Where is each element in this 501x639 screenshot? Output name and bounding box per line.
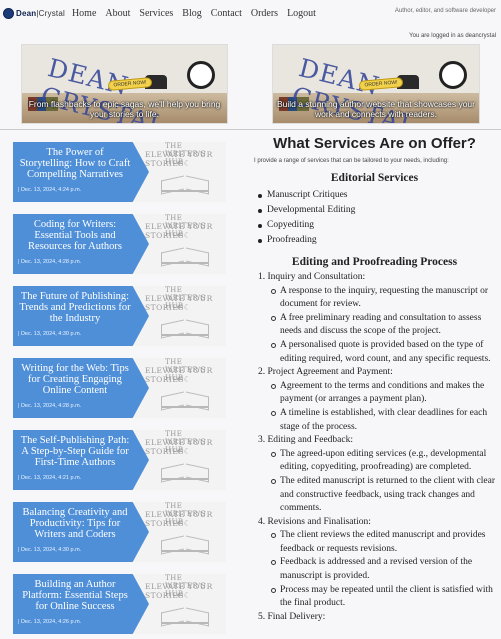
post-title[interactable]: Writing for the Web: Tips for Creating E… <box>19 363 131 396</box>
open-book-icon <box>161 462 209 480</box>
post-date: | Dec. 13, 2024, 4:30 p.m. <box>18 331 82 337</box>
process-steps: 1. Inquiry and Consultation: A response … <box>258 271 497 624</box>
step-label: 3. Editing and Feedback: <box>258 435 353 446</box>
writers-hub-illustration: THE WRITER'S HUB ELEVATE YOUR STORIES ✦ ☾ <box>131 358 226 418</box>
nav-contact[interactable]: Contact <box>211 8 242 19</box>
post-date: | Dec. 13, 2024, 4:24 p.m. <box>18 187 82 193</box>
writers-hub-illustration: THE WRITER'S HUB ELEVATE YOUR STORIES ✦ ☾ <box>131 142 226 202</box>
step-label: 4. Revisions and Finalisation: <box>258 516 371 527</box>
process-heading: Editing and Proofreading Process <box>291 256 458 268</box>
brand-logo-link[interactable]: Dean|Crystal <box>3 7 65 19</box>
list-item: Copyediting <box>258 218 497 233</box>
editorial-list: Manuscript Critiques Developmental Editi… <box>258 188 497 248</box>
list-item: Proofreading <box>258 233 497 248</box>
list-item: A personalised quote is provided based o… <box>271 339 497 366</box>
blog-post-card[interactable]: THE WRITER'S HUB ELEVATE YOUR STORIES ✦ ☾ … <box>13 214 226 274</box>
clock-icon <box>187 61 215 89</box>
writers-hub-illustration: THE WRITER'S HUB ELEVATE YOUR STORIES ✦ ☾ <box>131 430 226 490</box>
list-item: The client reviews the edited manuscript… <box>271 529 497 556</box>
open-book-icon <box>161 606 209 624</box>
list-item: Process may be repeated until the client… <box>271 584 497 611</box>
list-item: Feedback is addressed and a revised vers… <box>271 556 497 583</box>
post-title[interactable]: Balancing Creativity and Productivity: T… <box>19 507 131 540</box>
post-title[interactable]: Coding for Writers: Essential Tools and … <box>19 219 131 252</box>
process-step: 3. Editing and Feedback: The agreed-upon… <box>258 434 497 516</box>
nav-services[interactable]: Services <box>139 8 173 19</box>
top-navbar: Dean|Crystal Home About Services Blog Co… <box>0 0 501 26</box>
nav-home[interactable]: Home <box>72 8 96 19</box>
banner-text: Build a stunning author website that sho… <box>277 99 475 119</box>
post-date: | Dec. 13, 2024, 4:26 p.m. <box>18 619 82 625</box>
list-item: A response to the inquiry, requesting th… <box>271 285 497 312</box>
brand-logo-icon <box>3 7 14 19</box>
step-label: 2. Project Agreement and Payment: <box>258 367 393 378</box>
writers-hub-illustration: THE WRITER'S HUB ELEVATE YOUR STORIES ✦ ☾ <box>131 574 226 634</box>
process-step: 1. Inquiry and Consultation: A response … <box>258 271 497 366</box>
post-title[interactable]: Building an Author Platform: Essential S… <box>19 579 131 612</box>
open-book-icon <box>161 318 209 336</box>
banner-text: From flashbacks to epic sagas, we'll hel… <box>28 99 221 119</box>
open-book-icon <box>161 174 209 192</box>
list-item: The agreed-upon editing services (e.g., … <box>271 448 497 475</box>
step-label: 1. Inquiry and Consultation: <box>258 272 366 282</box>
login-status: You are logged in as deancrystal <box>409 33 496 39</box>
brand-name: Dean|Crystal <box>16 8 65 18</box>
list-item: A free preliminary reading and consultat… <box>271 312 497 339</box>
blog-post-card[interactable]: THE WRITER'S HUB ELEVATE YOUR STORIES ✦ ☾ … <box>13 142 226 202</box>
divider <box>0 129 501 130</box>
open-book-icon <box>161 534 209 552</box>
list-item: Agreement to the terms and conditions an… <box>271 380 497 407</box>
services-content: What Services Are on Offer? I provide a … <box>252 134 497 624</box>
open-book-icon <box>161 246 209 264</box>
list-item: The edited manuscript is returned to the… <box>271 475 497 516</box>
main-nav: Home About Services Blog Contact Orders … <box>72 8 325 19</box>
nav-about[interactable]: About <box>105 8 130 19</box>
post-title[interactable]: The Self-Publishing Path: A Step-by-Step… <box>19 435 131 468</box>
step-label: 5. Final Delivery: <box>258 611 326 622</box>
post-date: | Dec. 13, 2024, 4:21 p.m. <box>18 475 82 481</box>
blog-post-card[interactable]: THE WRITER'S HUB ELEVATE YOUR STORIES ✦ ☾ … <box>13 502 226 562</box>
blog-post-card[interactable]: THE WRITER'S HUB ELEVATE YOUR STORIES ✦ ☾ … <box>13 286 226 346</box>
list-item: Developmental Editing <box>258 203 497 218</box>
nav-blog[interactable]: Blog <box>182 8 201 19</box>
list-item: A timeline is established, with clear de… <box>271 407 497 434</box>
post-date: | Dec. 13, 2024, 4:28 p.m. <box>18 403 82 409</box>
list-item: Manuscript Critiques <box>258 188 497 203</box>
process-step: 2. Project Agreement and Payment: Agreem… <box>258 366 497 434</box>
site-tagline: Author, editor, and software developer <box>394 8 496 14</box>
clock-icon <box>439 61 467 89</box>
intro-text: I provide a range of services that can b… <box>254 158 449 164</box>
post-date: | Dec. 13, 2024, 4:28 p.m. <box>18 259 82 265</box>
post-title[interactable]: The Future of Publishing: Trends and Pre… <box>19 291 131 324</box>
open-book-icon <box>161 390 209 408</box>
post-title[interactable]: The Power of Storytelling: How to Craft … <box>19 147 131 180</box>
editorial-heading: Editorial Services <box>330 172 419 184</box>
writers-hub-illustration: THE WRITER'S HUB ELEVATE YOUR STORIES ✦ ☾ <box>131 214 226 274</box>
blog-post-card[interactable]: THE WRITER'S HUB ELEVATE YOUR STORIES ✦ ☾ … <box>13 574 226 634</box>
nav-logout[interactable]: Logout <box>287 8 316 19</box>
promo-banner-website[interactable]: DEAN CRYSTAL ORDER NOW! Build a stunning… <box>272 44 480 124</box>
nav-orders[interactable]: Orders <box>251 8 278 19</box>
process-step: 5. Final Delivery: <box>258 611 497 625</box>
writers-hub-illustration: THE WRITER'S HUB ELEVATE YOUR STORIES ✦ ☾ <box>131 286 226 346</box>
post-date: | Dec. 13, 2024, 4:30 p.m. <box>18 547 82 553</box>
blog-post-card[interactable]: THE WRITER'S HUB ELEVATE YOUR STORIES ✦ ☾ … <box>13 358 226 418</box>
page-title: What Services Are on Offer? <box>273 135 476 152</box>
writers-hub-illustration: THE WRITER'S HUB ELEVATE YOUR STORIES ✦ ☾ <box>131 502 226 562</box>
promo-banner-stories[interactable]: DEAN CRYSTAL ORDER NOW! From flashbacks … <box>21 44 228 124</box>
blog-post-card[interactable]: THE WRITER'S HUB ELEVATE YOUR STORIES ✦ ☾ … <box>13 430 226 490</box>
process-step: 4. Revisions and Finalisation: The clien… <box>258 516 497 611</box>
